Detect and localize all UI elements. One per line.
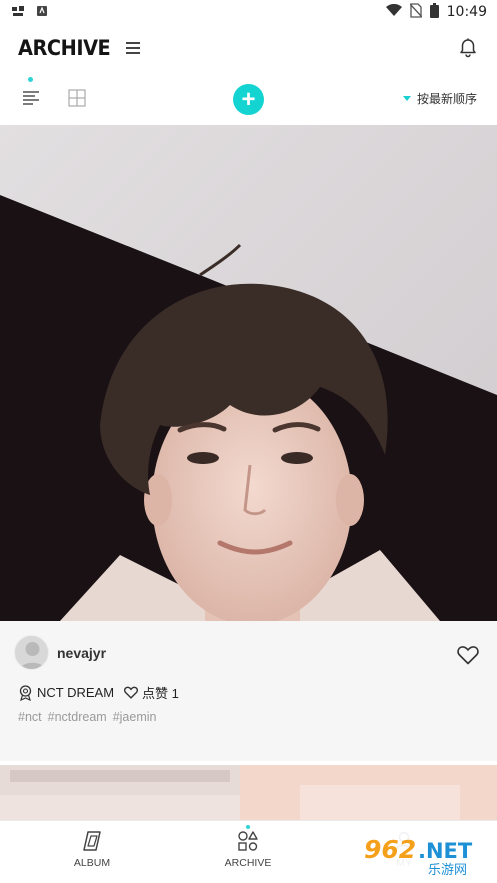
sort-dropdown[interactable]: 按最新顺序 xyxy=(402,90,477,107)
clock: 10:49 xyxy=(446,4,487,20)
wifi-icon xyxy=(385,3,402,20)
album-icon xyxy=(83,831,101,851)
archive-shapes-icon xyxy=(238,831,258,851)
bell-icon[interactable] xyxy=(457,37,479,59)
selfie-image xyxy=(0,125,497,621)
hashtag[interactable]: #nctdream xyxy=(48,710,107,724)
nav-album[interactable]: ALBUM xyxy=(52,829,132,869)
hashtag-list: #nct #nctdream #jaemin xyxy=(18,710,156,724)
group-badge[interactable]: NCT DREAM xyxy=(18,684,115,701)
plus-icon: + xyxy=(241,85,256,113)
nav-album-label: ALBUM xyxy=(73,857,111,869)
post-author[interactable]: nevajyr xyxy=(14,635,106,670)
add-post-button[interactable]: + xyxy=(233,84,264,115)
active-tab-indicator xyxy=(246,825,250,829)
svg-text:.NET: .NET xyxy=(418,839,473,863)
chevron-down-icon xyxy=(402,95,411,101)
nav-archive-label: ARCHIVE xyxy=(224,857,272,869)
nav-archive[interactable]: ARCHIVE xyxy=(208,825,288,869)
battery-icon xyxy=(429,3,439,21)
feed-toolbar: + 按最新顺序 xyxy=(0,72,497,124)
list-view-icon xyxy=(23,91,39,105)
app-header: ARCHIVE xyxy=(0,24,497,72)
like-count[interactable]: 点赞 1 xyxy=(124,683,179,702)
post-photo[interactable] xyxy=(0,125,497,621)
likes-label: 点赞 1 xyxy=(142,686,179,701)
next-post-photo[interactable] xyxy=(0,765,497,820)
next-photo-image xyxy=(0,765,497,820)
no-sim-icon xyxy=(409,3,423,21)
svg-text:962: 962 xyxy=(364,835,416,864)
svg-text:乐游网: 乐游网 xyxy=(428,863,467,878)
sort-label: 按最新顺序 xyxy=(416,91,477,106)
hamburger-icon[interactable] xyxy=(126,42,141,54)
heart-small-icon xyxy=(124,686,139,699)
post-card-info: nevajyr NCT DREAM 点赞 1 #nct #nctdream #j… xyxy=(0,621,497,761)
hashtag[interactable]: #nct xyxy=(18,710,42,724)
avatar[interactable] xyxy=(14,635,49,670)
award-badge-icon xyxy=(19,684,32,701)
grid-view-button[interactable] xyxy=(66,87,88,109)
grid-view-icon xyxy=(68,89,86,107)
like-heart-icon[interactable] xyxy=(457,645,479,665)
site-watermark: 962 .NET 乐游网 xyxy=(358,828,493,880)
app-logo: ARCHIVE xyxy=(18,36,111,60)
hashtag[interactable]: #jaemin xyxy=(113,710,157,724)
active-view-indicator xyxy=(28,77,33,82)
watermark-logo: 962 .NET 乐游网 xyxy=(358,830,493,878)
post-meta: NCT DREAM 点赞 1 xyxy=(18,683,179,702)
default-avatar-icon xyxy=(19,642,46,669)
username[interactable]: nevajyr xyxy=(57,645,106,661)
status-bar: 10:49 xyxy=(0,0,497,24)
android-icon xyxy=(36,5,48,19)
list-view-button[interactable] xyxy=(20,77,42,109)
bug-icon xyxy=(10,4,26,20)
group-name: NCT DREAM xyxy=(37,685,115,700)
